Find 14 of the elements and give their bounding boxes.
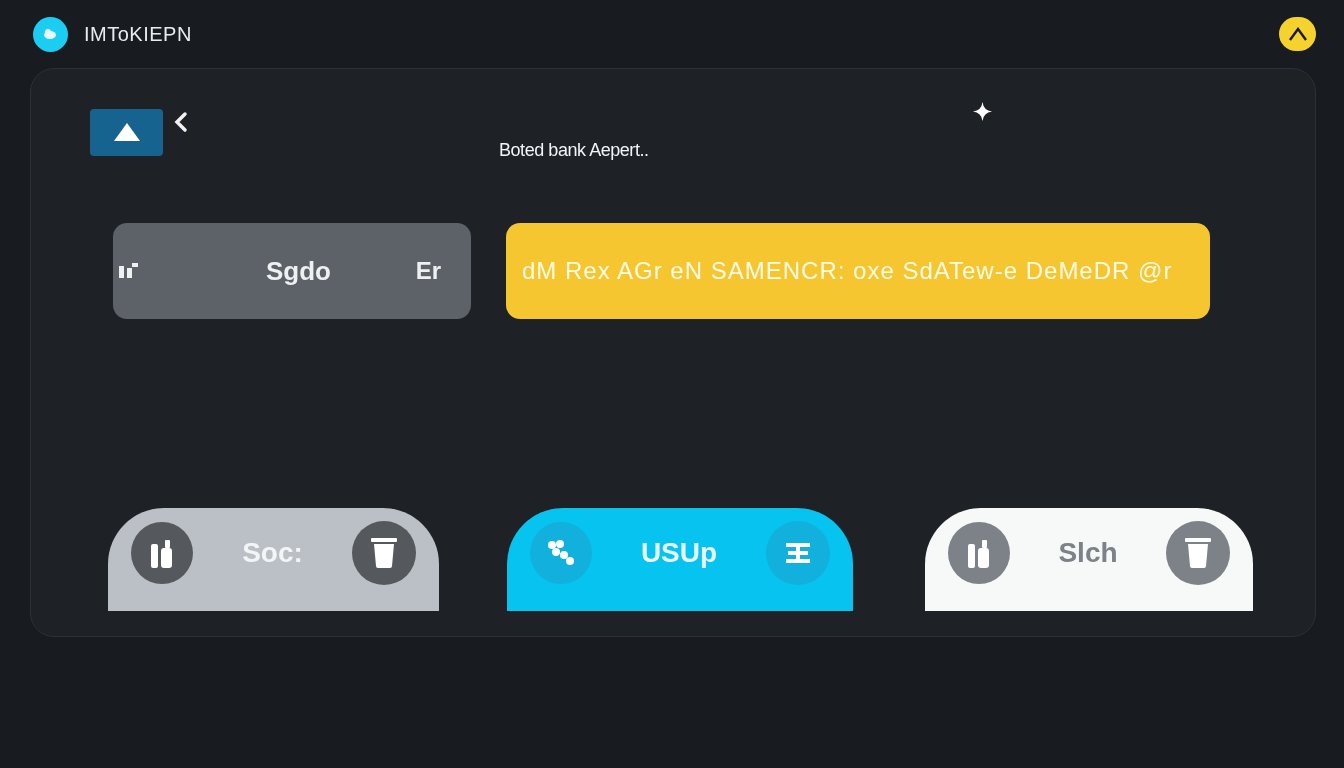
caret-up-icon[interactable] (1279, 17, 1316, 51)
banner-text: Sgdo (266, 254, 331, 288)
app-title: IMToKIEPN (84, 22, 192, 47)
action-button[interactable]: Slch (925, 508, 1253, 611)
chevron-left-icon[interactable] (173, 111, 189, 133)
action-button[interactable]: Soc: (108, 508, 439, 611)
action-button[interactable]: USUp (507, 508, 853, 611)
subtitle-text: Boted bank Aepert.. (499, 140, 649, 160)
banner-text: Er (415, 256, 441, 286)
triangle-tile-icon[interactable] (90, 109, 163, 156)
cloud-logo-icon (33, 16, 68, 52)
sparkle-icon (973, 102, 992, 121)
banner-text: dM Rex AGr eN SAMENCR: oxe SdATew-e DeMeDR @r (522, 256, 1173, 286)
glyph-icon (118, 262, 140, 280)
